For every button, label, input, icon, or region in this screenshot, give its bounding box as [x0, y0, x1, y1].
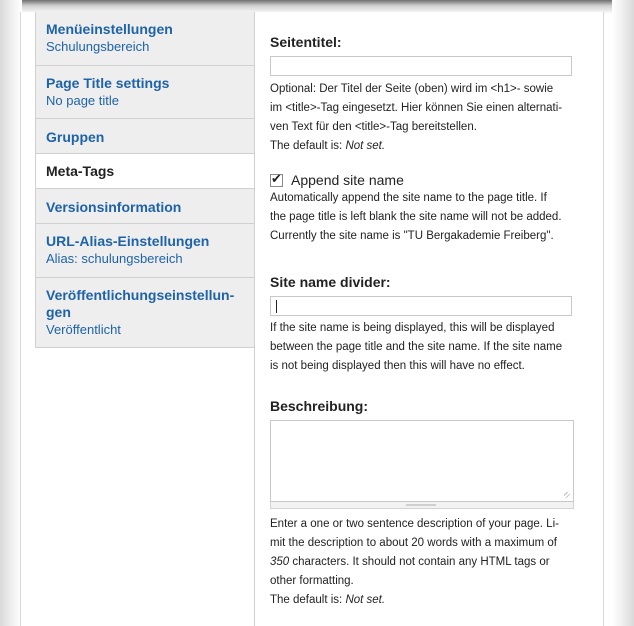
- tab-summary: Schulungsbereich: [46, 39, 150, 54]
- default-note: The default is: Not set.: [270, 137, 582, 156]
- description-line: other formatting.: [270, 575, 354, 587]
- description-line: 350 characters. It should not contain an…: [270, 553, 582, 572]
- checkmark-icon: ✔: [271, 170, 282, 186]
- site-name-divider-section: Site name divider: If the site name is b…: [270, 274, 582, 376]
- description-line: between the page title and the site name…: [270, 341, 563, 353]
- tab-summary: Alias: schulungsbereich: [46, 251, 183, 266]
- append-site-name-section: ✔ Append site name Automatically append …: [270, 170, 582, 246]
- tab-publishing-options[interactable]: Veröffentlichungseinstellun- gen Veröffe…: [36, 278, 255, 348]
- tab-title: Versionsinformation: [46, 199, 182, 215]
- resize-corner-icon[interactable]: [564, 492, 570, 498]
- description-line: mit the description to about 20 words wi…: [270, 537, 557, 549]
- description-line: im <title>-Tag eingesetzt. Hier können S…: [270, 102, 563, 114]
- window-shadow-left: [0, 0, 22, 626]
- vertical-tabs-list: Menüeinstellungen Schulungsbereich Page …: [35, 12, 255, 348]
- window-shadow-right: [612, 0, 634, 626]
- description-text: characters. It should not contain any HT…: [289, 556, 550, 568]
- site-name-divider-description: If the site name is being displayed, thi…: [270, 319, 582, 376]
- text-caret: [276, 300, 277, 313]
- site-name-divider-input[interactable]: [270, 296, 572, 316]
- tab-url-alias-settings[interactable]: URL-Alias-Einstellungen Alias: schulungs…: [36, 224, 255, 278]
- default-value: Not set.: [345, 594, 386, 606]
- max-characters-value: 350: [270, 556, 290, 568]
- append-site-name-description: Automatically append the site name to th…: [270, 189, 582, 246]
- tab-title: Meta-Tags: [46, 163, 115, 179]
- seitentitel-description: Optional: Der Titel der Seite (oben) wir…: [270, 80, 582, 156]
- beschreibung-description: Enter a one or two sentence description …: [270, 515, 582, 610]
- append-site-name-checkbox[interactable]: ✔: [270, 170, 283, 187]
- seitentitel-input[interactable]: [270, 56, 572, 76]
- tab-revision-information[interactable]: Versionsinformation: [36, 189, 255, 224]
- tab-title: Gruppen: [46, 129, 105, 145]
- tab-summary: Veröffentlicht: [46, 322, 121, 337]
- tab-meta-tags[interactable]: Meta-Tags: [36, 154, 255, 189]
- tab-title: URL-Alias-Einstellungen: [46, 233, 210, 249]
- tab-title: Page Title settings: [46, 75, 170, 91]
- seitentitel-section: Seitentitel: Optional: Der Titel der Sei…: [270, 34, 582, 156]
- tab-title: Veröffentlichungseinstellun- gen: [46, 287, 235, 320]
- description-line: Optional: Der Titel der Seite (oben) wir…: [270, 83, 554, 95]
- meta-tags-pane: Seitentitel: Optional: Der Titel der Sei…: [254, 12, 603, 626]
- description-line: If the site name is being displayed, thi…: [270, 322, 555, 334]
- description-line: Enter a one or two sentence description …: [270, 518, 559, 530]
- append-site-name-label[interactable]: Append site name: [291, 172, 404, 188]
- append-site-name-row: ✔ Append site name: [270, 170, 582, 188]
- tab-summary: No page title: [46, 93, 119, 108]
- description-line: ven Text für den <title>-Tag bereitstell…: [270, 121, 477, 133]
- beschreibung-textarea[interactable]: [270, 420, 574, 502]
- description-line: Currently the site name is "TU Bergakade…: [270, 230, 554, 242]
- tab-menu-settings[interactable]: Menüeinstellungen Schulungsbereich: [36, 12, 255, 66]
- default-note: The default is: Not set.: [270, 591, 582, 610]
- tab-groups[interactable]: Gruppen: [36, 119, 255, 154]
- textarea-resize-grip[interactable]: [270, 502, 574, 509]
- tab-title: Menüeinstellungen: [46, 21, 173, 37]
- description-line: the page title is left blank the site na…: [270, 211, 562, 223]
- seitentitel-label: Seitentitel:: [270, 34, 342, 50]
- default-value: Not set.: [345, 140, 386, 152]
- default-prefix: The default is:: [270, 594, 346, 606]
- default-prefix: The default is:: [270, 140, 346, 152]
- tab-page-title-settings[interactable]: Page Title settings No page title: [36, 66, 255, 119]
- site-name-divider-label: Site name divider:: [270, 274, 391, 290]
- description-line: Automatically append the site name to th…: [270, 192, 547, 204]
- beschreibung-section: Beschreibung: Enter a one or two sentenc…: [270, 398, 582, 610]
- description-line: is not being displayed then this will ha…: [270, 360, 525, 372]
- beschreibung-label: Beschreibung:: [270, 398, 369, 414]
